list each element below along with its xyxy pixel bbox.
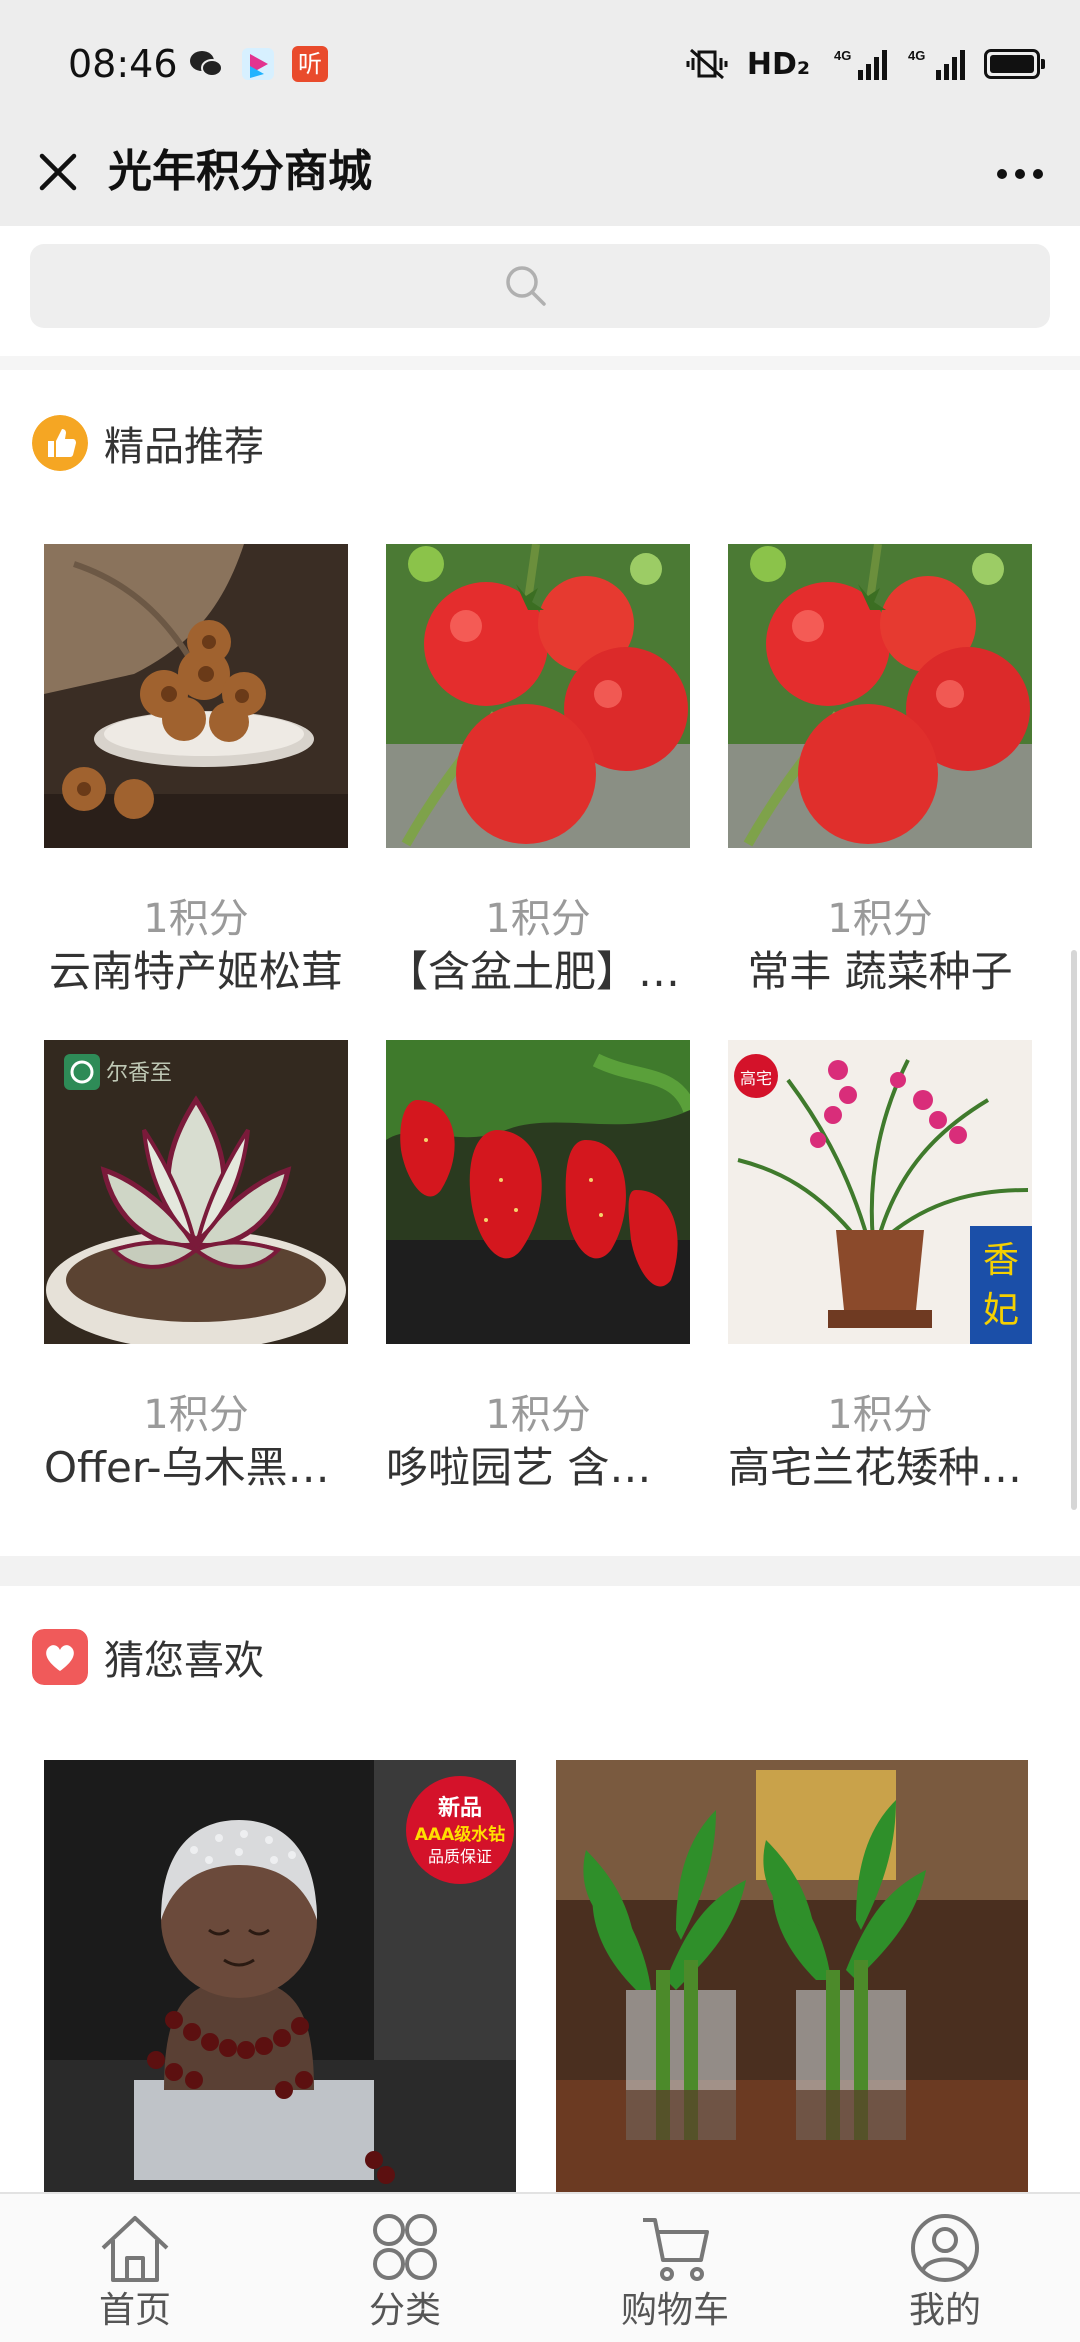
badge-line-1: 新品 — [438, 1795, 482, 1821]
orchid-banner-1: 香 — [983, 1240, 1019, 1281]
more-menu-button[interactable] — [988, 144, 1052, 204]
search-input[interactable] — [30, 244, 1050, 328]
product-price: 1积分 — [485, 1392, 591, 1438]
status-time: 08:46 — [68, 42, 178, 86]
nav-label: 我的 — [908, 2290, 981, 2331]
product-image-mushroom — [44, 544, 348, 848]
page-title: 光年积分商城 — [108, 146, 372, 197]
product-price: 1积分 — [827, 896, 933, 942]
badge-line-2: AAA级水钻 — [415, 1824, 505, 1845]
product-name: 云南特产姬松茸 — [48, 947, 343, 996]
nav-item-profile[interactable]: 我的 — [810, 2194, 1080, 2342]
featured-section-header: 精品推荐 — [32, 414, 264, 472]
orchid-stamp: 高宅 — [740, 1069, 772, 1088]
product-image-strawberry — [386, 1040, 697, 1344]
video-app-icon — [242, 48, 274, 80]
product-card[interactable]: 1积分 【含盆土肥】番茄苗 — [386, 543, 690, 1000]
home-icon — [101, 2216, 169, 2282]
profile-icon — [911, 2214, 979, 2282]
product-price: 1积分 — [143, 1392, 249, 1438]
signal-2-icon: 4G — [908, 48, 965, 80]
more-dot-icon — [1033, 169, 1043, 179]
system-indicators: HD₂ 4G 4G — [685, 44, 1045, 84]
product-image-bamboo — [556, 1760, 1028, 2192]
product-card[interactable]: 新品 AAA级水钻 品质保证 — [44, 1760, 516, 2192]
hd-indicator: HD₂ — [746, 46, 810, 82]
featured-section-title: 精品推荐 — [104, 424, 264, 470]
product-card[interactable]: 高宅 香 妃 1积分 高宅兰花矮种盆栽 — [728, 1040, 1032, 1496]
divider — [0, 356, 1080, 370]
thumbs-up-icon — [32, 415, 88, 471]
product-price: 1积分 — [485, 896, 591, 942]
wechat-icon — [190, 51, 223, 77]
signal-1-label: 4G — [834, 48, 851, 63]
nav-label: 分类 — [368, 2290, 441, 2331]
product-card[interactable]: 1积分 哆啦园艺 含盆土 — [386, 1040, 697, 1496]
scrollbar[interactable] — [1071, 950, 1077, 1510]
succulent-watermark: 尔香至 — [106, 1061, 172, 1086]
cart-icon — [643, 2218, 709, 2281]
nav-item-home[interactable]: 首页 — [0, 2194, 270, 2342]
product-image-tomato — [386, 543, 690, 848]
product-image-tomato — [728, 543, 1032, 848]
product-card[interactable]: 1积分 云南特产姬松茸 — [44, 544, 348, 1000]
search-icon — [506, 266, 546, 306]
battery-icon — [984, 49, 1045, 79]
product-name: 【含盆土肥】番茄苗 — [386, 947, 690, 996]
bottom-navigation: 首页 分类 购物车 我的 — [0, 2192, 1080, 2342]
nav-item-cart[interactable]: 购物车 — [540, 2194, 810, 2342]
category-icon — [373, 2214, 437, 2280]
product-image-orchid: 高宅 香 妃 — [728, 1040, 1032, 1344]
product-price: 1积分 — [143, 896, 249, 942]
more-dot-icon — [997, 169, 1007, 179]
signal-2-label: 4G — [908, 48, 925, 63]
nav-label: 购物车 — [620, 2290, 729, 2331]
product-name: 哆啦园艺 含盆土 — [386, 1443, 690, 1492]
status-bar: 08:46 听 HD₂ 4G 4G — [0, 0, 1080, 130]
orchid-banner-2: 妃 — [983, 1290, 1019, 1331]
more-dot-icon — [1015, 169, 1025, 179]
guess-section-title: 猜您喜欢 — [104, 1638, 264, 1684]
vibrate-icon — [686, 48, 728, 80]
search-area — [0, 226, 1080, 356]
product-card[interactable] — [556, 1760, 1028, 2192]
signal-icon: 4G — [834, 48, 887, 80]
product-name: 常丰 蔬菜种子 — [747, 947, 1013, 996]
heart-icon — [32, 1629, 88, 1685]
product-name: Offer-乌木黑多肉 — [44, 1443, 348, 1492]
product-price: 1积分 — [827, 1392, 933, 1438]
product-image-buddha: 新品 AAA级水钻 品质保证 — [44, 1760, 516, 2192]
product-card[interactable]: 1积分 常丰 蔬菜种子 — [728, 543, 1032, 1000]
guess-section-header: 猜您喜欢 — [32, 1628, 264, 1686]
title-bar: 光年积分商城 — [0, 130, 1080, 226]
product-card[interactable]: 尔香至 1积分 Offer-乌木黑多肉 — [44, 1040, 348, 1496]
product-image-succulent: 尔香至 — [44, 1040, 348, 1350]
product-name: 高宅兰花矮种盆栽 — [728, 1443, 1032, 1492]
listen-app-icon: 听 — [292, 46, 328, 82]
badge-line-3: 品质保证 — [428, 1847, 492, 1866]
close-icon[interactable] — [26, 140, 90, 204]
nav-item-category[interactable]: 分类 — [270, 2194, 540, 2342]
nav-label: 首页 — [98, 2290, 171, 2331]
section-divider — [0, 1556, 1080, 1586]
